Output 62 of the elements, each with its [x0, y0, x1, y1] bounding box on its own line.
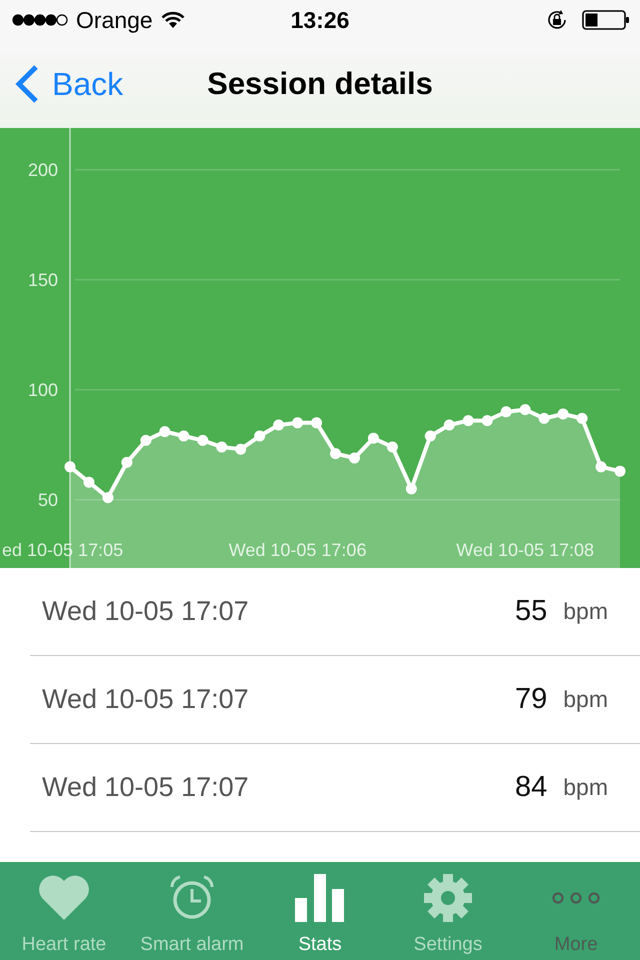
row-time: Wed 10-05 17:07 [42, 596, 250, 627]
data-point [368, 432, 379, 444]
data-point [520, 404, 531, 416]
tab-item[interactable]: Smart alarm [128, 862, 256, 960]
bpm-value: 79 [514, 683, 548, 716]
data-point [235, 444, 246, 455]
data-point [424, 430, 436, 442]
more-icon [552, 891, 600, 905]
data-point [462, 415, 474, 426]
data-point [482, 415, 493, 426]
data-point [614, 466, 626, 477]
data-point [197, 434, 208, 446]
signal-icon [12, 14, 68, 26]
tab-item[interactable]: Heart rate [0, 862, 128, 960]
data-point [178, 430, 190, 442]
row-time: Wed 10-05 17:07 [42, 772, 250, 803]
data-point [292, 417, 304, 428]
data-point [538, 412, 550, 424]
bpm-value: 55 [514, 595, 548, 628]
bpm-value: 84 [514, 771, 548, 804]
y-axis-label: 50 [38, 490, 58, 510]
clock-time: 13:26 [290, 6, 350, 34]
data-point [444, 420, 455, 430]
x-axis-label: Wed 10-05 17:08 [456, 540, 594, 560]
bpm-unit: bpm [563, 598, 608, 625]
x-axis-label: Wed 10-05 17:06 [228, 540, 366, 560]
y-axis-label: 100 [28, 380, 58, 400]
settings-icon [422, 874, 474, 922]
data-point [311, 417, 322, 428]
y-axis-label: 200 [28, 160, 58, 180]
chevron-icon [14, 64, 40, 104]
bar-chart-icon [294, 874, 346, 922]
heart-icon [38, 874, 90, 922]
data-point [254, 430, 266, 442]
bpm-unit: bpm [563, 686, 608, 713]
back-button[interactable]: Back [0, 64, 124, 104]
tab-item[interactable]: Settings [384, 862, 512, 960]
data-point [83, 476, 94, 488]
rotation-lock-icon [546, 9, 568, 31]
tab-item[interactable]: Stats [256, 862, 384, 960]
data-point [64, 461, 76, 472]
data-point [576, 412, 588, 424]
data-point [159, 426, 170, 438]
data-point [121, 456, 132, 468]
data-point [558, 408, 569, 420]
bpm-unit: bpm [563, 774, 608, 801]
data-point [596, 461, 607, 472]
data-point [102, 492, 114, 504]
data-point [386, 442, 398, 452]
battery-icon [582, 10, 630, 30]
carrier-name: Orange [76, 6, 153, 34]
screen-title: Session details [207, 66, 433, 102]
data-point [273, 420, 284, 430]
y-axis-label: 150 [28, 270, 58, 290]
data-point [140, 434, 152, 446]
data-point [406, 483, 417, 494]
data-point [348, 452, 360, 464]
data-point [216, 442, 228, 452]
data-point [330, 448, 342, 460]
wifi-icon [160, 11, 185, 29]
row-time: Wed 10-05 17:07 [42, 684, 250, 715]
data-point [500, 406, 512, 418]
